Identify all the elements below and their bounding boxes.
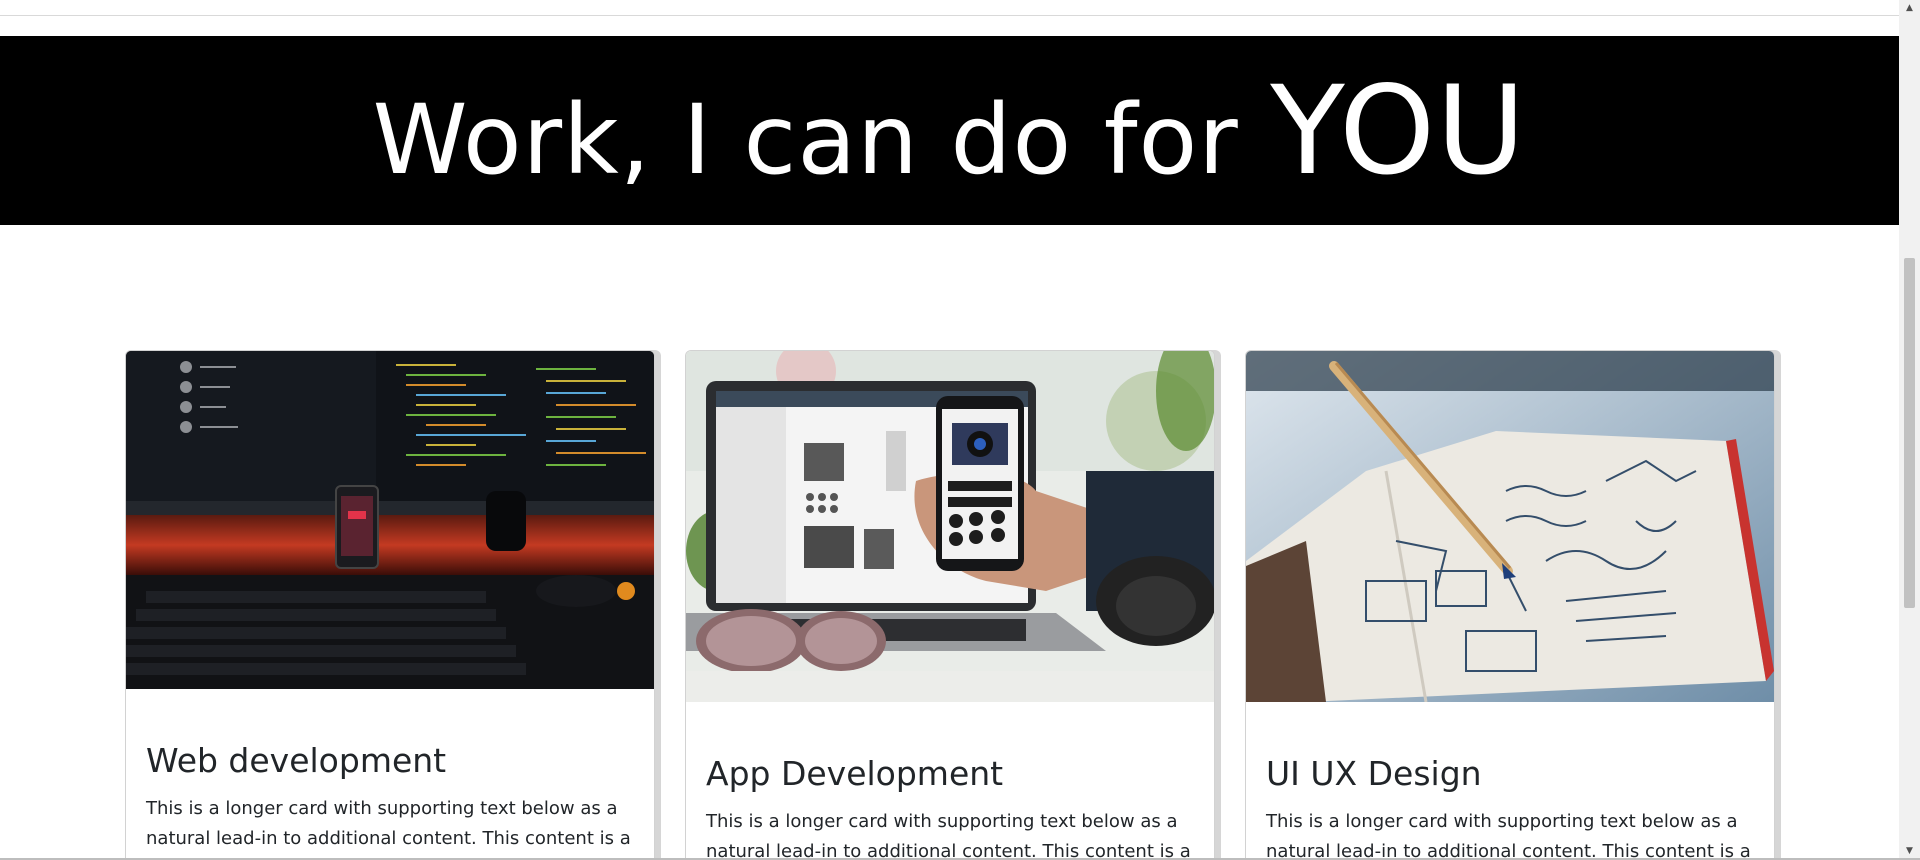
hero-banner: Work, I can do for YOU bbox=[0, 36, 1899, 225]
card-body: UI UX Design This is a longer card with … bbox=[1266, 754, 1754, 860]
desk-monitors-code-photo bbox=[126, 351, 654, 689]
card-text: This is a longer card with supporting te… bbox=[146, 798, 631, 849]
laptop-phone-app-photo bbox=[686, 351, 1214, 702]
card-text: This is a longer card with supporting te… bbox=[706, 811, 1191, 860]
card-title: App Development bbox=[706, 754, 1004, 793]
banner-title: Work, I can do for YOU bbox=[373, 70, 1527, 192]
scroll-up-arrow[interactable]: ▲ bbox=[1899, 0, 1920, 17]
card-app-development[interactable]: App Development This is a longer card wi… bbox=[685, 350, 1215, 860]
sketchbook-pencil-photo bbox=[1246, 351, 1774, 702]
card-body: App Development This is a longer card wi… bbox=[706, 754, 1194, 860]
card-title: UI UX Design bbox=[1266, 754, 1482, 793]
page-scrollbar[interactable]: ▲ ▼ bbox=[1899, 0, 1920, 860]
card-web-development[interactable]: Web development This is a longer card wi… bbox=[125, 350, 655, 860]
card-title: Web development bbox=[146, 741, 447, 780]
banner-title-emphasis: YOU bbox=[1270, 59, 1527, 202]
card-text: This is a longer card with supporting te… bbox=[1266, 811, 1751, 860]
card-ui-ux-design[interactable]: UI UX Design This is a longer card with … bbox=[1245, 350, 1775, 860]
scroll-thumb[interactable] bbox=[1904, 258, 1915, 608]
top-divider bbox=[0, 15, 1899, 16]
banner-title-main: Work, I can do for bbox=[372, 83, 1271, 196]
card-body: Web development This is a longer card wi… bbox=[146, 741, 634, 854]
page-viewport: Work, I can do for YOU Web development T… bbox=[0, 0, 1899, 860]
